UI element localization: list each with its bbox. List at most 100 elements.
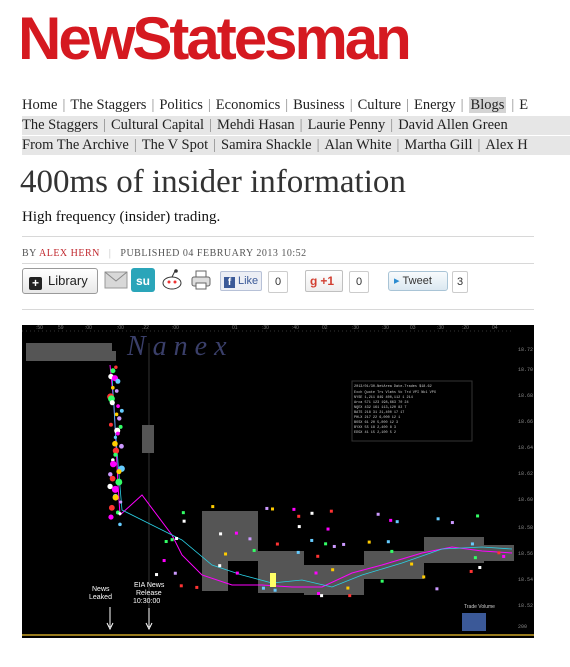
chart-dot — [114, 389, 119, 393]
chart-dot — [395, 520, 399, 524]
chart-dot — [170, 538, 174, 542]
nav-item-home[interactable]: Home — [22, 97, 57, 113]
nav-item-alex-h[interactable]: Alex H — [485, 137, 527, 153]
svg-text:18.66: 18.66 — [518, 419, 533, 425]
tweet-label: Tweet — [402, 275, 432, 287]
chart-dot — [310, 538, 314, 542]
chart-dot — [332, 544, 336, 548]
nav-item-politics[interactable]: Politics — [159, 97, 203, 113]
nanex-chart-image: :50 59:00:00 .22:00 01:30 :40 02:30:30 03:3… — [22, 325, 534, 638]
nav-item-the-v-spot[interactable]: The V Spot — [142, 137, 208, 153]
chart-dot — [219, 532, 223, 536]
more-nav: From The Archive | The V Spot | Samira Shack… — [22, 136, 570, 155]
nav-item-alan-white[interactable]: Alan White — [325, 137, 392, 153]
chart-dot — [116, 468, 122, 475]
nav-item-martha-gill[interactable]: Martha Gill — [404, 137, 472, 153]
chart-dot — [367, 540, 371, 544]
nav-item-business[interactable]: Business — [293, 97, 345, 113]
like-count: 0 — [268, 271, 288, 293]
chart-dot — [117, 416, 122, 421]
google-plus-icon: g — [310, 274, 318, 288]
svg-text:BOSX 61 20 5,000 12: BOSX 61 20 5,000 12 3 — [354, 421, 398, 425]
author-link[interactable]: ALEX HERN — [39, 248, 100, 259]
chart-dot — [346, 586, 350, 590]
chart-dot — [261, 586, 265, 590]
chart-dot — [248, 537, 252, 541]
trade-volume-label: Trade Volume — [464, 604, 495, 610]
nav-item-david-allen-green[interactable]: David Allen Green — [398, 117, 508, 133]
byline-divider: | — [108, 248, 112, 259]
site-logo[interactable]: NewStatesman — [18, 2, 412, 76]
nav-item-energy[interactable]: Energy — [414, 97, 456, 113]
chart-dot — [110, 368, 116, 374]
nav-item-laurie-penny[interactable]: Laurie Penny — [308, 117, 386, 133]
stumbleupon-icon[interactable]: su — [131, 268, 155, 292]
chart-dot — [436, 517, 440, 521]
chart-dot — [331, 568, 335, 572]
chart-dot — [310, 511, 314, 515]
svg-text:200: 200 — [518, 624, 527, 630]
nav-separator: | — [299, 117, 303, 133]
divider — [22, 263, 534, 264]
article-standfirst: High frequency (insider) trading. — [22, 209, 221, 225]
plus-icon: + — [29, 277, 42, 290]
facebook-like-button[interactable]: f Like — [220, 271, 262, 291]
chart-dot — [164, 540, 168, 544]
chart-dot — [390, 549, 394, 553]
add-to-library-button[interactable]: + Library — [22, 268, 98, 294]
print-icon[interactable] — [189, 268, 213, 292]
nav-item-blogs[interactable]: Blogs — [468, 97, 507, 113]
chart-dot — [119, 500, 123, 504]
svg-text:Exch Quote Trs Vlmhs Vo Trd: Exch Quote Trs Vlmhs Vo Trd VPI Nk1 VPX — [354, 390, 437, 395]
nav-separator: | — [62, 97, 66, 113]
tweet-button[interactable]: ▸ Tweet — [388, 271, 448, 291]
nav-item-samira-shackle[interactable]: Samira Shackle — [221, 137, 312, 153]
chart-dot — [118, 512, 122, 516]
chart-dot — [497, 551, 501, 555]
chart-dot — [376, 512, 380, 516]
nav-item-mehdi-hasan[interactable]: Mehdi Hasan — [217, 117, 295, 133]
chart-dot — [386, 540, 390, 544]
nav-separator: | — [207, 97, 211, 113]
email-icon[interactable] — [104, 268, 128, 292]
nav-separator: | — [477, 137, 481, 153]
chart-dot — [292, 507, 296, 511]
svg-text::30: :30 — [382, 325, 389, 331]
chart-dot — [342, 542, 346, 546]
chart-dot — [115, 478, 123, 486]
chart-dot — [195, 585, 199, 589]
nav-separator: | — [396, 137, 400, 153]
nav-item-cultural-capital[interactable]: Cultural Capital — [111, 117, 204, 133]
chart-dot — [108, 422, 113, 427]
nav-separator: | — [213, 137, 217, 153]
nav-item-the-staggers[interactable]: The Staggers — [70, 97, 146, 113]
primary-nav: Home | The Staggers | Politics | Economics | Bus… — [22, 96, 570, 115]
svg-text:18.70: 18.70 — [518, 367, 533, 373]
chart-dot — [111, 485, 119, 493]
svg-text:NYSE 1,211 849 400,112 1 2: NYSE 1,211 849 400,112 1 214 — [354, 396, 413, 400]
nav-item-e[interactable]: E — [519, 97, 528, 113]
nav-item-from-the-archive[interactable]: From The Archive — [22, 137, 129, 153]
like-label: Like — [238, 275, 259, 287]
chart-dot — [111, 385, 115, 390]
svg-text:18.56: 18.56 — [518, 551, 533, 557]
google-plus-button[interactable]: g +1 — [305, 270, 343, 292]
svg-text:01: 01 — [232, 325, 238, 331]
nav-item-culture[interactable]: Culture — [358, 97, 402, 113]
chart-dot — [109, 475, 116, 482]
chart-dot — [211, 505, 215, 509]
reddit-icon[interactable] — [160, 268, 184, 292]
chart-dot — [435, 587, 439, 591]
chart-dot — [297, 514, 301, 518]
byline: BY ALEX HERN | PUBLISHED 04 FEBRUARY 201… — [22, 248, 307, 259]
svg-text:NQEX 432 161 113,120 82: NQEX 432 161 113,120 82 7 — [354, 406, 407, 410]
chart-dot — [118, 424, 123, 429]
svg-text:18.58: 18.58 — [518, 525, 533, 531]
chart-dot — [112, 494, 119, 501]
nav-item-the-staggers[interactable]: The Staggers — [22, 117, 98, 133]
nav-item-economics[interactable]: Economics — [216, 97, 280, 113]
svg-text::30: :30 — [262, 325, 269, 331]
chart-dot — [296, 550, 300, 554]
svg-text:su: su — [136, 274, 150, 288]
nav-separator: | — [103, 117, 107, 133]
